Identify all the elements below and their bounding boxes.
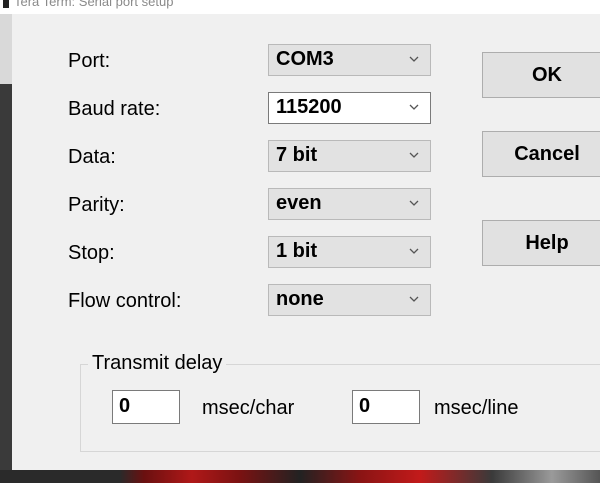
chevron-down-icon [409,296,419,302]
parity-label: Parity: [68,194,125,216]
port-select-value: COM3 [276,48,334,70]
flow-control-label: Flow control: [68,290,182,312]
stop-bits-select[interactable]: 1 bit [268,236,431,268]
char-delay-unit: msec/char [202,397,295,419]
screen: Tera Term: Serial port setup Port: COM3 … [0,0,600,483]
port-select[interactable]: COM3 [268,44,431,76]
data-bits-select-value: 7 bit [276,144,318,166]
line-delay-input[interactable]: 0 [352,390,420,424]
ok-button[interactable]: OK [482,52,600,98]
baud-rate-select-value: 115200 [276,96,342,118]
background-window-edge [0,14,12,84]
app-icon [3,0,9,8]
window-title: Tera Term: Serial port setup [14,0,174,9]
transmit-delay-title: Transmit delay [88,352,227,375]
char-delay-value: 0 [119,395,131,417]
cancel-button[interactable]: Cancel [482,131,600,177]
stop-bits-select-value: 1 bit [276,240,318,262]
parity-select-value: even [276,192,322,214]
stop-label: Stop: [68,242,115,264]
chevron-down-icon [409,152,419,158]
flow-control-select[interactable]: none [268,284,431,316]
chevron-down-icon [409,248,419,254]
chevron-down-icon [409,56,419,62]
chevron-down-icon [409,104,419,110]
line-delay-value: 0 [359,395,371,417]
port-label: Port: [68,50,111,72]
flow-control-select-value: none [276,288,324,310]
data-label: Data: [68,146,116,168]
data-bits-select[interactable]: 7 bit [268,140,431,172]
char-delay-input[interactable]: 0 [112,390,180,424]
baud-rate-select[interactable]: 115200 [268,92,431,124]
parity-select[interactable]: even [268,188,431,220]
title-bar: Tera Term: Serial port setup [0,0,600,14]
chevron-down-icon [409,200,419,206]
baud-rate-label: Baud rate: [68,98,161,120]
line-delay-unit: msec/line [434,397,519,419]
background-desktop-strip [0,470,600,483]
background-window [0,14,12,483]
help-button[interactable]: Help [482,220,600,266]
